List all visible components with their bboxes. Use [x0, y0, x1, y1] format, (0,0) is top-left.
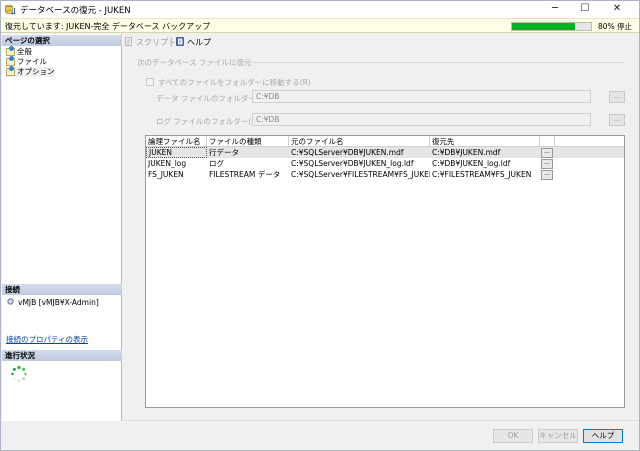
sidebar-item-label: オプション [17, 67, 55, 76]
status-banner: 復元しています: JUKEN-完全 データベース バックアップ 80% 停止 [1, 18, 639, 33]
help-button[interactable]: ヘルプ [583, 429, 623, 443]
cell-original-file: C:¥SQLServer¥FILESTREAM¥FS_JUKEN [291, 170, 430, 179]
view-connection-properties-link[interactable]: 接続のプロパティの表示 [6, 334, 88, 345]
help-toolbar-button[interactable]: ヘルプ [176, 37, 211, 48]
script-label: スクリプト [136, 38, 176, 47]
row-browse-button[interactable]: ... [541, 170, 553, 180]
move-all-files-checkbox[interactable] [146, 78, 154, 86]
minimize-button[interactable]: ─ [541, 1, 569, 18]
move-all-files-checkbox-row[interactable]: すべてのファイルをフォルダーに移動する(R) [146, 77, 311, 88]
footer-divider [123, 420, 639, 421]
move-all-files-label: すべてのファイルをフォルダーに移動する(R) [158, 78, 311, 87]
connection-icon [6, 297, 15, 306]
cell-restore-as[interactable]: C:¥DB¥JUKEN.mdf [430, 147, 540, 158]
page-icon [6, 46, 15, 56]
table-row[interactable]: JUKEN_log ログ C:¥SQLServer¥DB¥JUKEN_log.l… [146, 158, 624, 169]
toolbar-divider [171, 37, 172, 47]
cell-original-file: C:¥SQLServer¥DB¥JUKEN_log.ldf [291, 159, 414, 168]
cell-logical-name[interactable]: JUKEN [146, 147, 207, 158]
cell-original-file: C:¥SQLServer¥DB¥JUKEN.mdf [291, 148, 404, 157]
restore-database-dialog: データベースの復元 - JUKEN ─ ☐ ✕ 復元しています: JUKEN-完… [0, 0, 640, 451]
grid-header: 論理ファイル名 ファイルの種類 元のファイル名 復元先 [146, 136, 624, 147]
progress-stop-label[interactable]: 80% 停止 [598, 21, 632, 32]
cell-logical-name[interactable]: FS_JUKEN [146, 169, 207, 180]
script-button[interactable]: スクリプト ▾ [125, 37, 183, 48]
sidebar-item-label: ファイル [17, 57, 47, 66]
data-folder-browse-button[interactable]: ... [609, 91, 625, 103]
cell-file-type: 行データ [209, 148, 239, 157]
cell-file-type: FILESTREAM データ [209, 170, 281, 179]
group-divider [233, 62, 625, 63]
log-folder-label: ログ ファイルのフォルダー(L): [156, 117, 261, 126]
left-pane: ページの選択 全般 ファイル オプション 接続 vMJB [vMJB¥X-Adm… [2, 34, 122, 421]
column-header-browse [540, 136, 555, 147]
ok-button[interactable]: OK [493, 429, 533, 443]
help-book-icon [176, 37, 184, 46]
cell-restore-as[interactable]: C:¥FILESTREAM¥FS_JUKEN [430, 169, 540, 180]
restore-progress-bar [511, 22, 592, 31]
title-bar: データベースの復元 - JUKEN ─ ☐ ✕ [1, 1, 639, 18]
connection-user: vMJB [vMJB¥X-Admin] [6, 297, 99, 307]
cancel-button[interactable]: キャンセル [538, 429, 578, 443]
cell-file-type: ログ [209, 159, 224, 168]
page-select-header: ページの選択 [2, 35, 122, 46]
page-icon [6, 66, 15, 76]
cell-restore-as[interactable]: C:¥DB¥JUKEN_log.ldf [430, 158, 540, 169]
row-browse-button[interactable]: ... [541, 148, 553, 158]
database-restore-icon [5, 4, 16, 15]
connection-user-label: vMJB [vMJB¥X-Admin] [18, 298, 99, 307]
restore-files-grid: 論理ファイル名 ファイルの種類 元のファイル名 復元先 JUKEN 行データ C… [145, 135, 625, 408]
sidebar-item-label: 全般 [17, 47, 32, 56]
page-icon [6, 56, 15, 66]
row-browse-button[interactable]: ... [541, 159, 553, 169]
table-row[interactable]: FS_JUKEN FILESTREAM データ C:¥SQLServer¥FIL… [146, 169, 624, 180]
help-toolbar-label: ヘルプ [187, 38, 211, 47]
close-button[interactable]: ✕ [603, 1, 631, 18]
column-header-logical-name[interactable]: 論理ファイル名 [146, 136, 207, 147]
log-folder-browse-button[interactable]: ... [609, 114, 625, 126]
status-text: 復元しています: JUKEN-完全 データベース バックアップ [5, 22, 211, 31]
log-folder-input[interactable]: C:¥DB [252, 113, 591, 126]
data-folder-input[interactable]: C:¥DB [252, 90, 591, 103]
toolbar: スクリプト ▾ ヘルプ [123, 35, 638, 49]
column-header-file-type[interactable]: ファイルの種類 [207, 136, 289, 147]
script-icon [125, 37, 132, 46]
column-header-original-file[interactable]: 元のファイル名 [289, 136, 430, 147]
progress-fill [512, 23, 576, 30]
progress-spinner-icon [11, 365, 27, 382]
window-title: データベースの復元 - JUKEN [20, 6, 131, 16]
progress-header: 進行状況 [2, 350, 122, 361]
cell-logical-name[interactable]: JUKEN_log [146, 158, 207, 169]
maximize-button[interactable]: ☐ [571, 1, 599, 18]
connection-header: 接続 [2, 284, 122, 295]
column-header-restore-as[interactable]: 復元先 [430, 136, 540, 147]
table-row[interactable]: JUKEN 行データ C:¥SQLServer¥DB¥JUKEN.mdf C:¥… [146, 147, 624, 158]
sidebar-item-options[interactable]: オプション [6, 66, 55, 77]
